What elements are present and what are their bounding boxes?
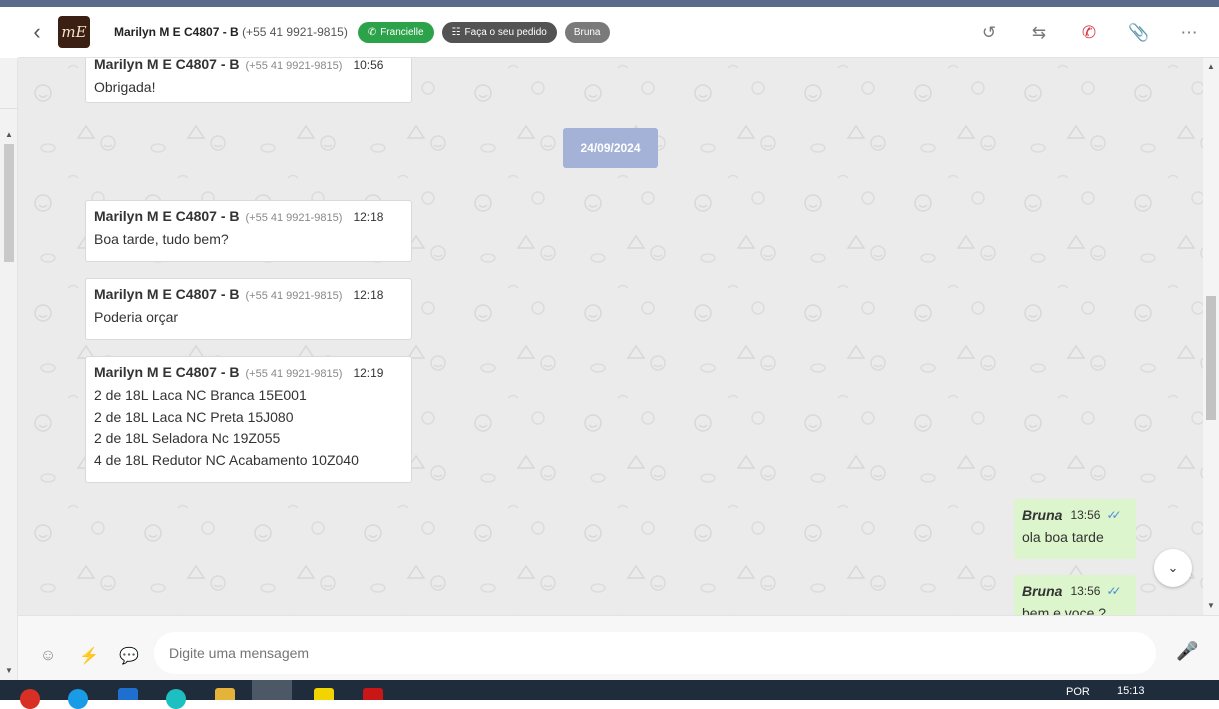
left-panel-divider <box>0 108 18 109</box>
scroll-up-icon[interactable]: ▲ <box>1207 62 1215 71</box>
message-time: 13:56 <box>1070 584 1101 598</box>
outlook-icon[interactable] <box>118 688 138 700</box>
attachment-icon[interactable]: 📎 <box>1128 23 1149 43</box>
sender-name: Marilyn M E C4807 - B <box>94 208 240 224</box>
skype-icon[interactable] <box>68 689 88 709</box>
quick-reply-icon[interactable]: ⚡ <box>79 646 99 666</box>
contact-title[interactable]: Marilyn M E C4807 - B (+55 41 9921-9815) <box>114 25 348 39</box>
left-panel-scrollbar[interactable]: ▲ ▼ <box>0 58 18 680</box>
message-line: 2 de 18L Seladora Nc 19Z055 <box>94 430 281 446</box>
scroll-down-icon[interactable]: ▼ <box>5 666 13 675</box>
agent-badge-label: Francielle <box>380 26 424 38</box>
message-time: 12:18 <box>353 288 384 302</box>
message-text: Obrigada! <box>94 79 156 95</box>
flow-icon: ☷ <box>451 26 461 38</box>
flow-badge[interactable]: ☷ Faça o seu pedido <box>441 21 557 43</box>
emoji-icon[interactable]: ☺ <box>38 646 58 666</box>
double-check-icon: ✓✓ <box>1106 584 1121 598</box>
app-icon[interactable] <box>363 688 383 700</box>
flow-badge-label: Faça o seu pedido <box>464 26 547 38</box>
sender-name: Marilyn M E C4807 - B <box>94 364 240 380</box>
sender-name: Marilyn M E C4807 - B <box>94 286 240 302</box>
chat-header: ‹ mE Marilyn M E C4807 - B (+55 41 9921-… <box>18 7 1219 58</box>
chat-scrollbar[interactable]: ▲ ▼ <box>1203 58 1219 615</box>
header-actions: ↺ ⇆ ✆ 📎 ⋯ <box>979 7 1199 58</box>
sender-name: Marilyn M E C4807 - B <box>94 58 240 72</box>
back-arrow-icon[interactable]: ‹ <box>18 7 56 58</box>
sticky-notes-icon[interactable] <box>314 688 334 700</box>
history-icon[interactable]: ↺ <box>979 23 999 43</box>
message-time: 13:56 <box>1070 508 1101 522</box>
edge-icon[interactable] <box>166 689 186 709</box>
sender-phone: (+55 41 9921-9815) <box>245 212 343 224</box>
window-top-strip <box>0 0 1219 7</box>
user-badge[interactable]: Bruna <box>564 21 610 43</box>
message-meta: Marilyn M E C4807 - B (+55 41 9921-9815)… <box>94 58 403 72</box>
whatsapp-icon: ✆ <box>367 26 377 38</box>
incoming-message[interactable]: Marilyn M E C4807 - B (+55 41 9921-9815)… <box>85 356 412 483</box>
more-options-icon[interactable]: ⋯ <box>1179 23 1199 43</box>
message-meta: Bruna 13:56 ✓✓ <box>1022 583 1128 599</box>
sender-phone: (+55 41 9921-9815) <box>245 60 343 72</box>
incoming-message[interactable]: Marilyn M E C4807 - B (+55 41 9921-9815)… <box>85 200 412 262</box>
message-text: Boa tarde, tudo bem? <box>94 231 229 247</box>
sender-name: Bruna <box>1022 583 1063 599</box>
message-text: ola boa tarde <box>1022 529 1104 545</box>
microphone-icon[interactable]: 🎤 <box>1176 641 1198 662</box>
message-meta: Marilyn M E C4807 - B (+55 41 9921-9815)… <box>94 364 403 380</box>
outgoing-message[interactable]: Bruna 13:56 ✓✓ bem e voce ? <box>1014 575 1136 615</box>
avatar[interactable]: mE <box>58 16 90 48</box>
contact-name: Marilyn M E C4807 - B <box>114 25 239 39</box>
scroll-thumb[interactable] <box>4 144 14 262</box>
scroll-thumb[interactable] <box>1206 296 1216 420</box>
message-composer: ☺ ⚡ 💬 🎤 <box>18 615 1219 680</box>
message-meta: Bruna 13:56 ✓✓ <box>1022 507 1128 523</box>
message-time: 10:56 <box>353 58 384 72</box>
message-input[interactable] <box>154 632 1156 674</box>
user-badge-label: Bruna <box>573 26 601 38</box>
message-meta: Marilyn M E C4807 - B (+55 41 9921-9815)… <box>94 286 403 302</box>
chevron-down-icon: ⌄ <box>1167 560 1179 575</box>
active-app-icon[interactable] <box>252 680 292 700</box>
message-time: 12:18 <box>353 210 384 224</box>
file-explorer-icon[interactable] <box>215 688 235 700</box>
language-indicator[interactable]: POR <box>1066 686 1090 698</box>
message-line: 2 de 18L Laca NC Branca 15E001 <box>94 387 307 403</box>
agent-badge[interactable]: ✆ Francielle <box>357 21 434 43</box>
taskbar: POR 15:13 <box>0 680 1219 709</box>
chat-area[interactable]: Marilyn M E C4807 - B (+55 41 9921-9815)… <box>18 58 1203 615</box>
message-line: 2 de 18L Laca NC Preta 15J080 <box>94 408 294 425</box>
sender-phone: (+55 41 9921-9815) <box>245 368 343 380</box>
end-call-icon[interactable]: ✆ <box>1079 23 1099 43</box>
message-meta: Marilyn M E C4807 - B (+55 41 9921-9815)… <box>94 208 403 224</box>
incoming-message[interactable]: Marilyn M E C4807 - B (+55 41 9921-9815)… <box>85 58 412 103</box>
clock[interactable]: 15:13 <box>1117 685 1145 697</box>
scroll-up-icon[interactable]: ▲ <box>5 130 13 139</box>
outgoing-message[interactable]: Bruna 13:56 ✓✓ ola boa tarde <box>1014 499 1136 559</box>
message-text: Poderia orçar <box>94 309 179 325</box>
double-check-icon: ✓✓ <box>1106 508 1121 522</box>
scroll-down-icon[interactable]: ▼ <box>1207 601 1215 610</box>
message-time: 12:19 <box>353 366 384 380</box>
date-separator: 24/09/2024 <box>563 128 658 168</box>
message-text: bem e voce ? <box>1022 605 1107 615</box>
message-text: 2 de 18L Laca NC Branca 15E001 2 de 18L … <box>94 385 403 471</box>
message-line: 4 de 18L Redutor NC Acabamento 10Z040 <box>94 451 359 468</box>
message-template-icon[interactable]: 💬 <box>119 646 139 666</box>
scroll-to-bottom-button[interactable]: ⌄ <box>1154 549 1192 587</box>
contact-phone: (+55 41 9921-9815) <box>242 25 348 39</box>
incoming-message[interactable]: Marilyn M E C4807 - B (+55 41 9921-9815)… <box>85 278 412 340</box>
sender-name: Bruna <box>1022 507 1063 523</box>
sender-phone: (+55 41 9921-9815) <box>245 290 343 302</box>
transfer-icon[interactable]: ⇆ <box>1029 23 1049 43</box>
chrome-icon[interactable] <box>20 689 40 709</box>
